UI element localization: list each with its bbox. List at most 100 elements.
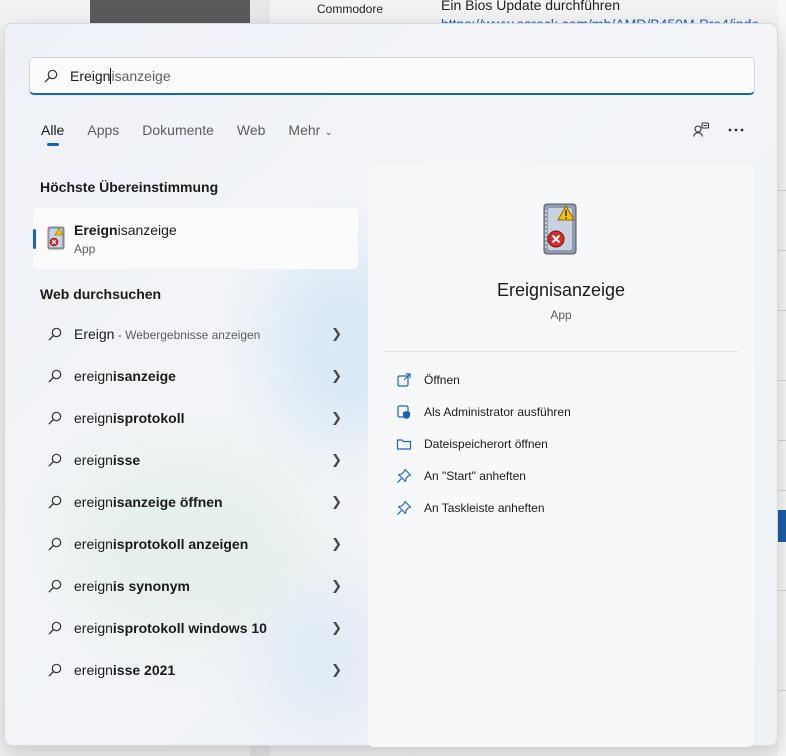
action-pin-to-start[interactable]: An "Start" anheften	[384, 460, 738, 492]
search-icon	[48, 663, 62, 677]
background-tile	[90, 0, 250, 24]
search-completion-text: isanzeige	[111, 68, 171, 84]
shield-icon	[396, 404, 412, 420]
web-suggestion-item[interactable]: ereignisse ❯	[33, 439, 358, 481]
chevron-right-icon: ❯	[331, 452, 342, 467]
pin-icon	[396, 500, 412, 516]
web-suggestion-label: ereignis synonym	[74, 578, 190, 594]
search-box[interactable]: Ereignisanzeige	[29, 57, 755, 95]
folder-icon	[396, 436, 412, 452]
best-match-name-rest: isanzeige	[117, 222, 177, 238]
search-icon	[44, 69, 58, 83]
suggestion-prefix: ereign	[74, 662, 113, 678]
web-suggestion-item[interactable]: ereignisprotokoll anzeigen ❯	[33, 523, 358, 565]
chevron-right-icon: ❯	[331, 536, 342, 551]
best-match-name-bold: Ereign	[74, 222, 118, 238]
action-open-file-location[interactable]: Dateispeicherort öffnen	[384, 428, 738, 460]
web-suggestion-label: Ereign - Webergebnisse anzeigen	[74, 326, 260, 342]
web-results-hint: - Webergebnisse anzeigen	[114, 328, 261, 342]
best-match-heading: Höchste Übereinstimmung	[40, 179, 219, 195]
search-typed-text: Ereign	[70, 68, 111, 84]
chevron-right-icon: ❯	[331, 368, 342, 383]
filter-tabs: Alle Apps Dokumente Web Mehr ⌄	[41, 122, 356, 152]
chevron-right-icon: ❯	[331, 410, 342, 425]
chevron-right-icon: ❯	[331, 326, 342, 341]
background-heading: Ein Bios Update durchführen	[441, 0, 620, 13]
action-run-as-admin[interactable]: Als Administrator ausführen	[384, 396, 738, 428]
search-icon	[48, 369, 62, 383]
suggestion-prefix: ereign	[74, 536, 113, 552]
suggestion-prefix: ereign	[74, 368, 113, 384]
more-options-icon[interactable]	[724, 118, 748, 142]
search-icon	[48, 327, 62, 341]
suggestion-prefix: ereign	[74, 452, 113, 468]
detail-actions: Öffnen Als Administrator ausführen Datei…	[384, 364, 738, 524]
open-icon	[396, 372, 412, 388]
account-switch-icon[interactable]	[689, 118, 713, 142]
web-suggestion-item[interactable]: ereignis synonym ❯	[33, 565, 358, 607]
suggestion-completion: isprotokoll windows 10	[112, 620, 267, 636]
chevron-down-icon: ⌄	[324, 127, 333, 138]
tab-alle[interactable]: Alle	[41, 122, 64, 152]
web-suggestion-item[interactable]: ereignisanzeige öffnen ❯	[33, 481, 358, 523]
web-suggestion-label: ereignisprotokoll	[74, 410, 184, 426]
action-pin-to-taskbar[interactable]: An Taskleiste anheften	[384, 492, 738, 524]
event-viewer-large-icon	[538, 200, 582, 258]
tab-apps[interactable]: Apps	[87, 122, 119, 152]
suggestion-completion: isanzeige	[112, 368, 176, 384]
web-suggestion-label: ereignisse 2021	[74, 662, 175, 678]
web-suggestion-item[interactable]: ereignisanzeige ❯	[33, 355, 358, 397]
chevron-right-icon: ❯	[331, 620, 342, 635]
suggestion-prefix: ereign	[74, 578, 113, 594]
search-input[interactable]: Ereignisanzeige	[70, 68, 171, 84]
action-pin-to-start-label: An "Start" anheften	[424, 469, 526, 483]
background-right-strip	[778, 0, 786, 756]
action-run-as-admin-label: Als Administrator ausführen	[424, 405, 571, 419]
suggestion-completion: isse 2021	[112, 662, 176, 678]
search-icon	[48, 621, 62, 635]
detail-pane: Ereignisanzeige App Öffnen Als Administr…	[368, 166, 754, 747]
tab-mehr[interactable]: Mehr ⌄	[288, 122, 332, 152]
web-suggestion-label: ereignisse	[74, 452, 140, 468]
suggestion-completion: isprotokoll	[112, 410, 185, 426]
action-open-label: Öffnen	[424, 373, 460, 387]
web-suggestion-label: ereignisprotokoll windows 10	[74, 620, 267, 636]
chevron-right-icon: ❯	[331, 662, 342, 677]
web-suggestion-label: ereignisprotokoll anzeigen	[74, 536, 248, 552]
action-open-file-location-label: Dateispeicherort öffnen	[424, 437, 548, 451]
detail-app-name: Ereignisanzeige	[496, 280, 626, 300]
best-match-name: Ereignisanzeige	[74, 222, 177, 238]
web-query: Ereign	[74, 326, 115, 342]
web-suggestion-item[interactable]: Ereign - Webergebnisse anzeigen ❯	[33, 313, 358, 355]
search-icon	[48, 537, 62, 551]
search-icon	[48, 495, 62, 509]
tab-mehr-label: Mehr	[288, 122, 321, 138]
chevron-right-icon: ❯	[331, 578, 342, 593]
web-suggestion-item[interactable]: ereignisprotokoll windows 10 ❯	[33, 607, 358, 649]
action-pin-to-taskbar-label: An Taskleiste anheften	[424, 501, 545, 515]
background-commodore-label: Commodore	[316, 2, 384, 16]
detail-app-type: App	[550, 308, 572, 322]
pin-icon	[396, 468, 412, 484]
suggestion-prefix: ereign	[74, 620, 113, 636]
search-icon	[48, 579, 62, 593]
search-icon	[48, 411, 62, 425]
web-suggestion-item[interactable]: ereignisse 2021 ❯	[33, 649, 358, 691]
web-search-heading: Web durchsuchen	[40, 286, 162, 302]
event-viewer-icon	[45, 225, 67, 251]
suggestion-completion: isse	[112, 452, 141, 468]
suggestion-prefix: ereign	[74, 410, 113, 426]
detail-divider	[384, 351, 738, 352]
tab-dokumente[interactable]: Dokumente	[142, 122, 214, 152]
action-open[interactable]: Öffnen	[384, 364, 738, 396]
web-suggestion-item[interactable]: ereignisprotokoll ❯	[33, 397, 358, 439]
suggestion-completion: isprotokoll anzeigen	[112, 536, 249, 552]
web-suggestion-label: ereignisanzeige öffnen	[74, 494, 223, 510]
web-suggestion-list: Ereign - Webergebnisse anzeigen ❯ ereign…	[33, 313, 358, 691]
best-match-item[interactable]: Ereignisanzeige App	[33, 208, 358, 269]
suggestion-prefix: ereign	[74, 494, 113, 510]
best-match-type: App	[74, 242, 96, 256]
tab-web[interactable]: Web	[237, 122, 266, 152]
search-flyout: Ereignisanzeige Alle Apps Dokumente Web …	[4, 23, 778, 747]
suggestion-completion: isanzeige öffnen	[112, 494, 223, 510]
